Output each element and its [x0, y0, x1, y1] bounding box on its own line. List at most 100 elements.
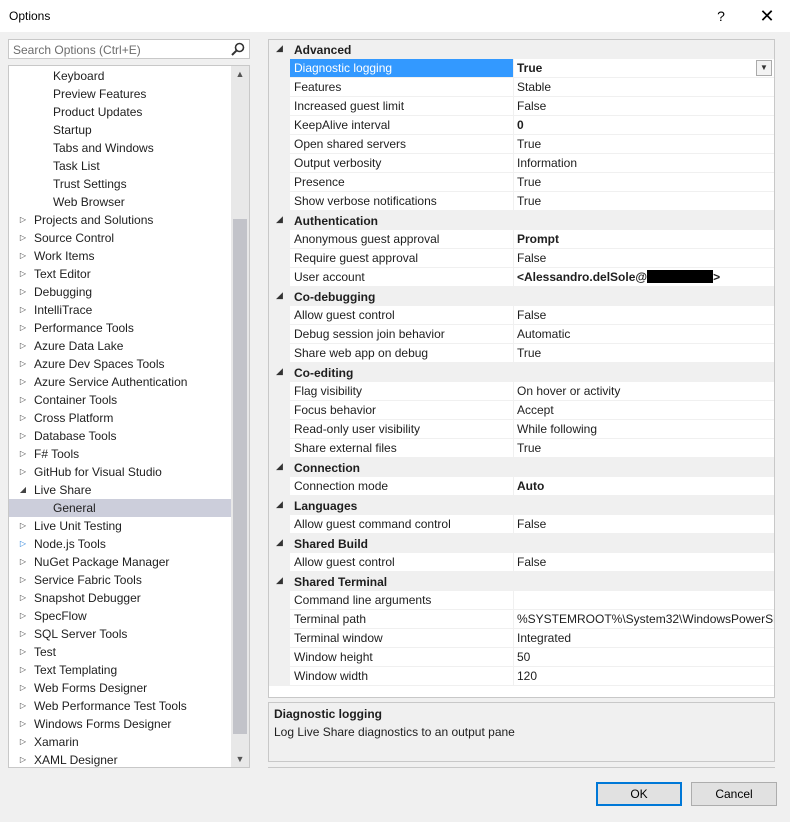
collapsed-arrow-icon[interactable]: ▷ [17, 697, 29, 715]
tree-item[interactable]: Product Updates [9, 103, 231, 121]
property-row[interactable]: Output verbosity Information [269, 154, 774, 173]
collapsed-arrow-icon[interactable]: ▷ [17, 535, 29, 553]
property-category[interactable]: ◢ Advanced [269, 40, 774, 59]
category-collapse-icon[interactable]: ◢ [276, 575, 283, 586]
close-button[interactable]: ✕ [744, 0, 790, 32]
tree-item[interactable]: General [9, 499, 231, 517]
expanded-arrow-icon[interactable]: ◢ [17, 481, 29, 499]
tree-item[interactable]: ▷ Text Editor [9, 265, 231, 283]
property-row[interactable]: Debug session join behavior Automatic [269, 325, 774, 344]
options-tree[interactable]: ▷ XAML Designer ▷ Xamarin ▷ Windows Forms Des… [8, 65, 250, 768]
tree-item[interactable]: ▷ Projects and Solutions [9, 211, 231, 229]
category-collapse-icon[interactable]: ◢ [276, 499, 283, 510]
collapsed-arrow-icon[interactable]: ▷ [17, 517, 29, 535]
collapsed-arrow-icon[interactable]: ▷ [17, 643, 29, 661]
property-value[interactable]: 120 [513, 667, 774, 686]
category-collapse-icon[interactable]: ◢ [276, 537, 283, 548]
collapsed-arrow-icon[interactable]: ▷ [17, 283, 29, 301]
property-value[interactable]: False [513, 97, 774, 116]
property-name[interactable]: Presence [290, 173, 513, 192]
property-name[interactable]: Debug session join behavior [290, 325, 513, 344]
tree-item[interactable]: ▷ Database Tools [9, 427, 231, 445]
scroll-down-icon[interactable]: ▼ [231, 751, 249, 767]
collapsed-arrow-icon[interactable]: ▷ [17, 751, 29, 767]
scroll-up-icon[interactable]: ▲ [231, 66, 249, 82]
property-row[interactable]: Window height 50 [269, 648, 774, 667]
property-row[interactable]: Share external files True [269, 439, 774, 458]
property-row[interactable]: Anonymous guest approval Prompt [269, 230, 774, 249]
tree-scrollbar[interactable]: ▲ ▼ [231, 66, 249, 767]
collapsed-arrow-icon[interactable]: ▷ [17, 355, 29, 373]
tree-item[interactable]: ◢ Live Share [9, 481, 231, 499]
property-row[interactable]: Connection mode Auto [269, 477, 774, 496]
property-name[interactable]: Anonymous guest approval [290, 230, 513, 249]
property-row[interactable]: Diagnostic logging True ▼ [269, 59, 774, 78]
property-value[interactable]: Auto [513, 477, 774, 496]
property-row[interactable]: Focus behavior Accept [269, 401, 774, 420]
property-value[interactable]: %SYSTEMROOT%\System32\WindowsPowerShell [513, 610, 774, 629]
property-name[interactable]: Show verbose notifications [290, 192, 513, 211]
collapsed-arrow-icon[interactable]: ▷ [17, 679, 29, 697]
collapsed-arrow-icon[interactable]: ▷ [17, 445, 29, 463]
property-row[interactable]: Share web app on debug True [269, 344, 774, 363]
collapsed-arrow-icon[interactable]: ▷ [17, 625, 29, 643]
property-row[interactable]: Terminal path %SYSTEMROOT%\System32\Windo… [269, 610, 774, 629]
tree-item[interactable]: ▷ Performance Tools [9, 319, 231, 337]
property-value[interactable]: False [513, 249, 774, 268]
property-value[interactable]: True [513, 344, 774, 363]
collapsed-arrow-icon[interactable]: ▷ [17, 373, 29, 391]
property-row[interactable]: Flag visibility On hover or activity [269, 382, 774, 401]
tree-item[interactable]: ▷ XAML Designer [9, 751, 231, 767]
collapsed-arrow-icon[interactable]: ▷ [17, 661, 29, 679]
collapsed-arrow-icon[interactable]: ▷ [17, 301, 29, 319]
tree-item[interactable]: ▷ Live Unit Testing [9, 517, 231, 535]
collapsed-arrow-icon[interactable]: ▷ [17, 571, 29, 589]
tree-item[interactable]: Task List [9, 157, 231, 175]
property-value[interactable]: False [513, 306, 774, 325]
tree-item[interactable]: ▷ Azure Dev Spaces Tools [9, 355, 231, 373]
tree-item[interactable]: ▷ SpecFlow [9, 607, 231, 625]
property-row[interactable]: Read-only user visibility While following [269, 420, 774, 439]
tree-item[interactable]: ▷ Source Control [9, 229, 231, 247]
property-value[interactable]: 50 [513, 648, 774, 667]
collapsed-arrow-icon[interactable]: ▷ [17, 229, 29, 247]
collapsed-arrow-icon[interactable]: ▷ [17, 607, 29, 625]
property-value[interactable]: True [513, 173, 774, 192]
property-row[interactable]: Allow guest command control False [269, 515, 774, 534]
property-name[interactable]: Open shared servers [290, 135, 513, 154]
property-category[interactable]: ◢ Languages [269, 496, 774, 515]
property-row[interactable]: Require guest approval False [269, 249, 774, 268]
property-value[interactable]: On hover or activity [513, 382, 774, 401]
property-name[interactable]: User account [290, 268, 513, 287]
tree-item[interactable]: ▷ Cross Platform [9, 409, 231, 427]
tree-item[interactable]: ▷ Text Templating [9, 661, 231, 679]
property-grid[interactable]: ◢ Advanced Diagnostic logging True ▼ Features… [268, 39, 775, 698]
property-name[interactable]: Allow guest control [290, 553, 513, 572]
property-value[interactable]: Information [513, 154, 774, 173]
tree-item[interactable]: ▷ Node.js Tools [9, 535, 231, 553]
property-name[interactable]: Connection mode [290, 477, 513, 496]
property-value[interactable]: 0 [513, 116, 774, 135]
tree-item[interactable]: ▷ SQL Server Tools [9, 625, 231, 643]
collapsed-arrow-icon[interactable]: ▷ [17, 553, 29, 571]
property-value[interactable]: Accept [513, 401, 774, 420]
property-row[interactable]: Presence True [269, 173, 774, 192]
scroll-thumb[interactable] [233, 219, 247, 734]
search-options-input[interactable]: Search Options (Ctrl+E) [8, 39, 250, 59]
collapsed-arrow-icon[interactable]: ▷ [17, 733, 29, 751]
property-row[interactable]: Increased guest limit False [269, 97, 774, 116]
property-name[interactable]: Increased guest limit [290, 97, 513, 116]
tree-item[interactable]: ▷ F# Tools [9, 445, 231, 463]
property-value[interactable]: Stable [513, 78, 774, 97]
collapsed-arrow-icon[interactable]: ▷ [17, 247, 29, 265]
property-row[interactable]: Terminal window Integrated [269, 629, 774, 648]
property-name[interactable]: Allow guest command control [290, 515, 513, 534]
property-value[interactable]: <Alessandro.delSole@ > [513, 268, 774, 287]
tree-item[interactable]: ▷ Web Performance Test Tools [9, 697, 231, 715]
tree-item[interactable]: Startup [9, 121, 231, 139]
property-row[interactable]: Features Stable [269, 78, 774, 97]
property-value[interactable]: True [513, 192, 774, 211]
property-name[interactable]: Terminal window [290, 629, 513, 648]
tree-item[interactable]: ▷ Snapshot Debugger [9, 589, 231, 607]
property-name[interactable]: Share web app on debug [290, 344, 513, 363]
